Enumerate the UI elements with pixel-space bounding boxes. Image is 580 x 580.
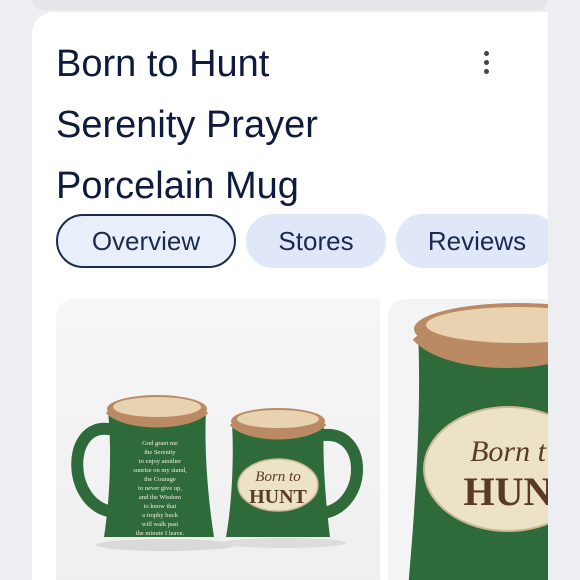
prayer-line: the Courage [144,476,176,483]
title-line-1: Born to Hunt [56,43,270,85]
prayer-line: God grant me [142,440,178,447]
tab-stores[interactable]: Stores [246,214,386,268]
tab-reviews[interactable]: Reviews [396,214,548,268]
prayer-line: sunrise on my stand, [133,467,187,474]
prayer-line: to never give up, [138,485,182,492]
mug-label-line1: Born to [255,469,301,485]
product-card: Born to Hunt Serenity Prayer Porcelain M… [32,12,548,580]
mug-label-line2: HUNT [249,486,307,508]
product-image-2[interactable]: Born t HUN [388,299,548,580]
mug-closeup-photo: Born t HUN [408,303,548,580]
prayer-line: the Serenity [144,449,176,456]
title-line-2: Serenity Prayer [56,104,318,146]
tab-overview[interactable]: Overview [56,214,236,268]
dot [483,59,489,65]
prayer-line: to know that [144,503,177,510]
prayer-line: a trophy buck [142,512,178,519]
prayer-line: and the Wisdom [139,494,181,501]
dot [483,68,489,74]
prayer-line: to enjoy another [139,458,182,465]
tab-bar: Overview Stores Reviews [56,214,548,268]
dot [483,50,489,56]
zoom-label-line1: Born t [470,435,547,468]
mugs-photo: God grant me the Serenity to enjoy anoth… [71,395,363,551]
prayer-line: will walk past [142,521,179,528]
product-image-1[interactable]: God grant me the Serenity to enjoy anoth… [56,299,380,580]
zoom-label-line2: HUN [464,469,548,514]
prayer-line: the minute I leave. [136,530,185,537]
top-edge-strip [32,0,548,10]
title-line-3: Porcelain Mug [56,165,299,207]
product-title: Born to Hunt Serenity Prayer Porcelain M… [56,34,456,217]
more-vert-icon[interactable] [472,48,500,76]
